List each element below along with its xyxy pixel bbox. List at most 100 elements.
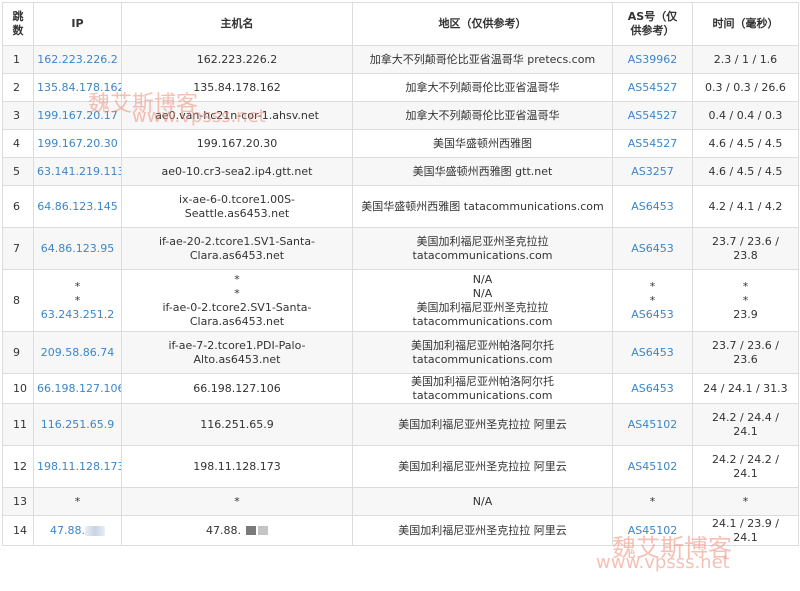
cell-line[interactable]: AS45102 (616, 524, 689, 538)
cell-line[interactable]: 63.141.219.113 (37, 165, 121, 179)
cell-line[interactable]: 47.88. (37, 524, 118, 538)
hostname-cell: ae0.van-hc21n-cor-1.ahsv.net (121, 101, 353, 130)
cell-line[interactable]: AS39962 (616, 53, 689, 67)
cell-line[interactable]: AS6453 (616, 346, 689, 360)
cell-line: tatacommunications.com (412, 388, 553, 402)
hop-number: 6 (2, 185, 34, 228)
hop-number: 4 (2, 129, 34, 158)
cell-line: 美国华盛顿州西雅图 gtt.net (412, 164, 553, 178)
cell-line: 23.8 (733, 248, 758, 262)
cell-line: 24.2 / 24.2 / (712, 452, 779, 466)
hostname-cell: * * if-ae-0-2.tcore2.SV1-Santa- Clara.as645… (121, 269, 353, 332)
as-number-cell: AS39962 (612, 45, 693, 74)
cell-line: 66.198.127.106 (193, 381, 281, 395)
hop-number: 3 (2, 101, 34, 130)
region-cell: 美国加利福尼亚州帕洛阿尔托 tatacommunications.com (352, 331, 613, 374)
ip-cell: 64.86.123.95 (33, 227, 122, 270)
hostname-cell: 47.88. (121, 515, 353, 546)
hostname-cell: 162.223.226.2 (121, 45, 353, 74)
cell-line[interactable]: AS54527 (616, 109, 689, 123)
cell-line[interactable]: AS6453 (616, 382, 689, 396)
as-number-cell: AS54527 (612, 129, 693, 158)
cell-line: 0.3 / 0.3 / 26.6 (705, 80, 786, 94)
latency-cell: 0.3 / 0.3 / 26.6 (692, 73, 799, 102)
latency-cell: 24.2 / 24.4 /24.1 (692, 403, 799, 446)
cell-line[interactable]: 64.86.123.95 (37, 242, 118, 256)
cell-line: * (74, 494, 81, 508)
redacted-ip-mask (85, 525, 105, 536)
as-number-cell: * * AS6453 (612, 269, 693, 332)
cell-line[interactable]: AS54527 (616, 81, 689, 95)
cell-line: * (74, 293, 81, 307)
cell-line: 24.1 / 23.9 / (712, 516, 779, 530)
cell-line: 135.84.178.162 (193, 80, 281, 94)
cell-line: 23.6 (733, 352, 758, 366)
cell-line: if-ae-20-2.tcore1.SV1-Santa- (158, 234, 316, 248)
cell-line: 24.1 (733, 530, 758, 544)
cell-line: 23.9 (733, 307, 758, 321)
region-cell: 美国加利福尼亚州帕洛阿尔托 tatacommunications.com (352, 373, 613, 404)
hostname-cell: 116.251.65.9 (121, 403, 353, 446)
region-cell: 美国加利福尼亚州圣克拉拉 阿里云 (352, 515, 613, 546)
cell-line: 4.6 / 4.5 / 4.5 (708, 136, 783, 150)
latency-cell: 2.3 / 1 / 1.6 (692, 45, 799, 74)
cell-line[interactable]: 64.86.123.145 (37, 200, 118, 214)
hop-number: 5 (2, 157, 34, 186)
table-row: 14 47.88. 47.88. 美国加利福尼亚州圣克拉拉 阿里云 AS45102 24.… (2, 515, 799, 546)
hop-number: 12 (2, 445, 34, 488)
cell-line[interactable]: 198.11.128.173 (37, 460, 121, 474)
cell-line[interactable]: 209.58.86.74 (37, 346, 118, 360)
watermark-url-bottom: www.vpsss.net (596, 552, 730, 573)
cell-line: * (649, 279, 656, 293)
cell-line: 加拿大不列颠哥伦比亚省温哥华 (405, 80, 560, 94)
cell-line[interactable]: AS6453 (616, 308, 689, 322)
hop-number: 10 (2, 373, 34, 404)
latency-cell: 0.4 / 0.4 / 0.3 (692, 101, 799, 130)
region-cell: 美国华盛顿州西雅图 (352, 129, 613, 158)
ip-cell: 66.198.127.106 (33, 373, 122, 404)
hop-number: 7 (2, 227, 34, 270)
cell-line[interactable]: 116.251.65.9 (37, 418, 118, 432)
table-row: 3 199.167.20.17 ae0.van-hc21n-cor-1.ahsv.n… (2, 101, 799, 130)
cell-line[interactable]: AS3257 (616, 165, 689, 179)
cell-line: ix-ae-6-0.tcore1.00S- (178, 192, 296, 206)
hop-number: 13 (2, 487, 34, 516)
hostname-cell: ix-ae-6-0.tcore1.00S- Seattle.as6453.net (121, 185, 353, 228)
region-cell: 美国华盛顿州西雅图 tatacommunications.com (352, 185, 613, 228)
table-row: 11 116.251.65.9 116.251.65.9 美国加利福尼亚州圣克拉拉 阿… (2, 403, 799, 446)
region-cell: 加拿大不列颠哥伦比亚省温哥华 (352, 101, 613, 130)
cell-line: 47.88. (125, 524, 349, 538)
cell-line: 24.1 (733, 424, 758, 438)
table-row: 8 * * 63.243.251.2 * * if-ae-0-2.tcore2.SV1-Sa… (2, 269, 799, 332)
cell-line[interactable]: AS6453 (616, 242, 689, 256)
cell-line: 199.167.20.30 (196, 136, 278, 150)
as-number-cell: AS45102 (612, 403, 693, 446)
cell-line[interactable]: AS45102 (616, 418, 689, 432)
header-hostname: 主机名 (121, 2, 353, 46)
table-row: 9 209.58.86.74 if-ae-7-2.tcore1.PDI-Palo- A… (2, 331, 799, 374)
cell-line[interactable]: 66.198.127.106 (37, 382, 121, 396)
table-row: 12 198.11.128.173 198.11.128.173 美国加利福尼亚州圣克… (2, 445, 799, 488)
cell-line[interactable]: 135.84.178.162 (37, 81, 121, 95)
cell-line: * (234, 494, 240, 508)
traceroute-table: 跳数 IP 主机名 地区（仅供参考） AS号（仅 供参考） 时间（毫秒） 1 162… (2, 2, 799, 546)
hostname-cell: * (121, 487, 353, 516)
hostname-cell: 135.84.178.162 (121, 73, 353, 102)
ip-cell: 116.251.65.9 (33, 403, 122, 446)
cell-line[interactable]: AS45102 (616, 460, 689, 474)
table-row: 4 199.167.20.30 199.167.20.30 美国华盛顿州西雅图 AS54… (2, 129, 799, 158)
region-cell: N/A N/A 美国加利福尼亚州圣克拉拉 tatacommunications.com (352, 269, 613, 332)
cell-line[interactable]: 199.167.20.30 (37, 137, 118, 151)
ip-cell: * * 63.243.251.2 (33, 269, 122, 332)
ip-cell: 199.167.20.30 (33, 129, 122, 158)
hop-number: 9 (2, 331, 34, 374)
cell-line[interactable]: AS54527 (616, 137, 689, 151)
cell-line: 24.2 / 24.4 / (712, 410, 779, 424)
cell-line[interactable]: AS6453 (616, 200, 689, 214)
latency-cell: 4.2 / 4.1 / 4.2 (692, 185, 799, 228)
cell-line[interactable]: 63.243.251.2 (37, 308, 118, 322)
cell-line[interactable]: 162.223.226.2 (37, 53, 118, 67)
ip-cell: 199.167.20.17 (33, 101, 122, 130)
cell-line[interactable]: 199.167.20.17 (37, 109, 118, 123)
hop-number: 8 (2, 269, 34, 332)
